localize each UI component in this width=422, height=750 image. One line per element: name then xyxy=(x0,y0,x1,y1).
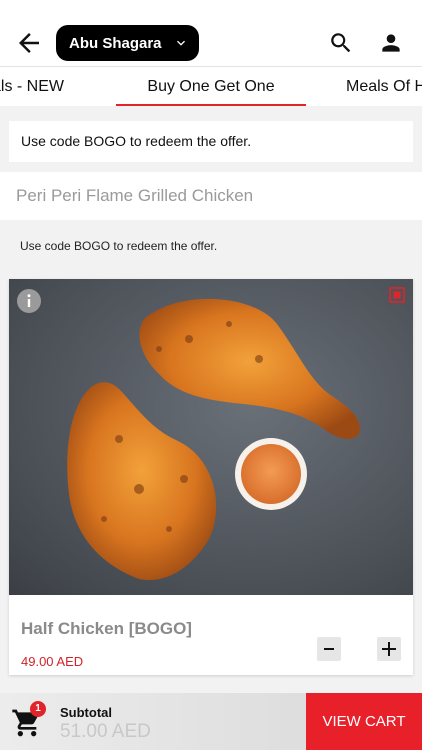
chevron-down-icon xyxy=(177,40,185,46)
branch-name: Abu Shagara xyxy=(69,34,162,52)
arrow-left-icon xyxy=(19,33,39,53)
tab-meals-of-h[interactable]: Meals Of H xyxy=(346,67,422,106)
view-cart-button[interactable]: VIEW CART xyxy=(306,693,422,750)
minus-icon xyxy=(324,648,334,650)
non-veg-indicator-icon xyxy=(389,287,405,303)
person-icon xyxy=(382,34,400,52)
decrease-quantity-button[interactable] xyxy=(317,637,341,661)
tab-meals-new[interactable]: als - NEW xyxy=(0,67,64,106)
tab-buy-one-get-one[interactable]: Buy One Get One xyxy=(116,67,306,106)
search-button[interactable] xyxy=(328,30,354,56)
product-name: Half Chicken [BOGO] xyxy=(21,619,192,638)
product-image xyxy=(9,279,413,595)
account-button[interactable] xyxy=(378,30,404,56)
offer-notice: Use code BOGO to redeem the offer. xyxy=(9,121,413,162)
category-description: Use code BOGO to redeem the offer. xyxy=(20,239,218,253)
search-icon xyxy=(331,33,351,53)
category-title: Peri Peri Flame Grilled Chicken xyxy=(0,172,422,220)
subtotal-value: 51.00 AED xyxy=(60,721,151,742)
increase-quantity-button[interactable] xyxy=(377,637,401,661)
subtotal-label: Subtotal xyxy=(60,705,112,720)
info-icon[interactable] xyxy=(17,289,41,313)
cart-bar: 1 Subtotal 51.00 AED VIEW CART xyxy=(0,693,422,750)
cart-count-badge: 1 xyxy=(30,701,46,717)
app-header: Abu Shagara xyxy=(0,0,422,66)
back-button[interactable] xyxy=(14,28,44,58)
branch-selector[interactable]: Abu Shagara xyxy=(56,25,199,61)
chicken-photo-illustration xyxy=(67,298,360,581)
plus-icon xyxy=(382,642,396,656)
product-price: 49.00 AED xyxy=(21,654,84,669)
category-tabs: als - NEW Buy One Get One Meals Of H xyxy=(0,66,422,106)
product-card[interactable]: Half Chicken [BOGO] 49.00 AED xyxy=(9,279,413,675)
